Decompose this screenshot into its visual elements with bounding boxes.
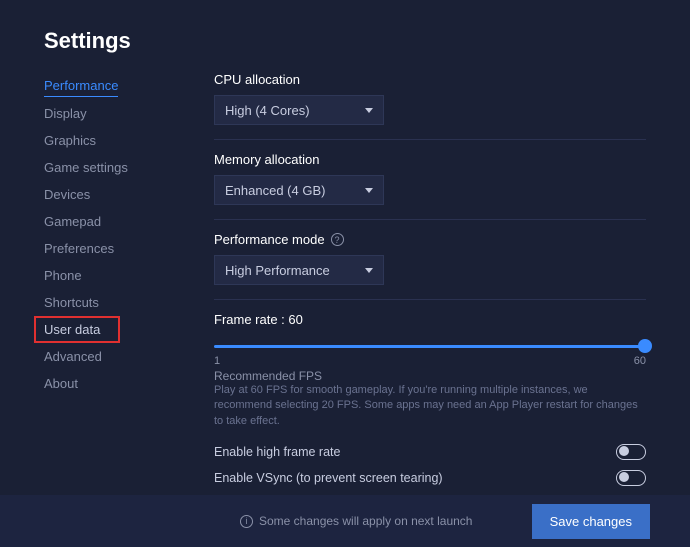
recommended-fps-title: Recommended FPS	[214, 369, 646, 383]
sidebar: Performance Display Graphics Game settin…	[44, 72, 184, 517]
memory-allocation-label: Memory allocation	[214, 152, 646, 167]
save-changes-button[interactable]: Save changes	[532, 504, 650, 539]
memory-allocation-value: Enhanced (4 GB)	[225, 183, 325, 198]
main-panel: CPU allocation High (4 Cores) Memory all…	[184, 72, 690, 517]
divider	[214, 219, 646, 220]
sidebar-item-performance[interactable]: Performance	[44, 72, 118, 97]
recommended-fps-body: Play at 60 FPS for smooth gameplay. If y…	[214, 383, 646, 429]
sidebar-item-shortcuts[interactable]: Shortcuts	[44, 289, 184, 316]
frame-rate-label: Frame rate : 60	[214, 312, 646, 327]
slider-thumb[interactable]	[638, 339, 652, 353]
cpu-allocation-value: High (4 Cores)	[225, 103, 310, 118]
info-icon: i	[240, 515, 253, 528]
sidebar-item-devices[interactable]: Devices	[44, 181, 184, 208]
footer-note: i Some changes will apply on next launch	[240, 514, 472, 528]
sidebar-item-preferences[interactable]: Preferences	[44, 235, 184, 262]
divider	[214, 139, 646, 140]
sidebar-item-gamepad[interactable]: Gamepad	[44, 208, 184, 235]
memory-allocation-select[interactable]: Enhanced (4 GB)	[214, 175, 384, 205]
performance-mode-select[interactable]: High Performance	[214, 255, 384, 285]
chevron-down-icon	[365, 108, 373, 113]
frame-rate-slider[interactable]: 1 60	[214, 335, 646, 363]
enable-vsync-label: Enable VSync (to prevent screen tearing)	[214, 471, 443, 485]
sidebar-item-advanced[interactable]: Advanced	[44, 343, 184, 370]
slider-track	[214, 345, 646, 348]
sidebar-item-graphics[interactable]: Graphics	[44, 127, 184, 154]
enable-vsync-toggle[interactable]	[616, 470, 646, 486]
enable-high-frame-rate-toggle[interactable]	[616, 444, 646, 460]
cpu-allocation-select[interactable]: High (4 Cores)	[214, 95, 384, 125]
sidebar-item-user-data[interactable]: User data	[34, 316, 120, 343]
performance-mode-label: Performance mode ?	[214, 232, 646, 247]
help-icon[interactable]: ?	[331, 233, 344, 246]
enable-high-frame-rate-label: Enable high frame rate	[214, 445, 340, 459]
sidebar-item-game-settings[interactable]: Game settings	[44, 154, 184, 181]
sidebar-item-about[interactable]: About	[44, 370, 184, 397]
divider	[214, 299, 646, 300]
slider-max: 60	[634, 355, 646, 367]
sidebar-item-display[interactable]: Display	[44, 100, 184, 127]
performance-mode-value: High Performance	[225, 263, 330, 278]
slider-min: 1	[214, 355, 220, 367]
chevron-down-icon	[365, 268, 373, 273]
footer: i Some changes will apply on next launch…	[0, 495, 690, 547]
cpu-allocation-label: CPU allocation	[214, 72, 646, 87]
sidebar-item-phone[interactable]: Phone	[44, 262, 184, 289]
chevron-down-icon	[365, 188, 373, 193]
page-title: Settings	[0, 0, 690, 72]
